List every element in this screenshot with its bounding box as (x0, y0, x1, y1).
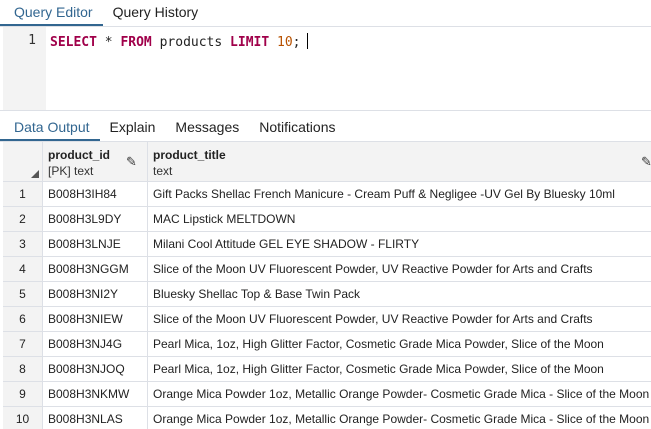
cell-product-title[interactable]: Slice of the Moon UV Fluorescent Powder,… (148, 257, 651, 281)
keyword-from: FROM (120, 35, 152, 50)
table-row[interactable]: 3 B008H3LNJE Milani Cool Attitude GEL EYE … (3, 232, 651, 257)
row-number[interactable]: 2 (3, 207, 43, 231)
row-number[interactable]: 4 (3, 257, 43, 281)
row-number[interactable]: 6 (3, 307, 43, 331)
row-number[interactable]: 7 (3, 332, 43, 356)
column-header-product-id[interactable]: product_id [PK] text ✎ (43, 142, 148, 182)
column-type: [PK] text (48, 164, 94, 178)
row-number[interactable]: 9 (3, 382, 43, 406)
select-all-corner[interactable] (3, 142, 43, 182)
limit-value-token: 10 (277, 35, 293, 50)
pencil-icon[interactable]: ✎ (641, 154, 651, 170)
row-number[interactable]: 3 (3, 232, 43, 256)
row-number[interactable]: 8 (3, 357, 43, 381)
cell-product-title[interactable]: Gift Packs Shellac French Manicure - Cre… (148, 182, 651, 206)
keyword-select: SELECT (50, 35, 97, 50)
tab-query-editor[interactable]: Query Editor (0, 4, 103, 26)
tab-query-history[interactable]: Query History (103, 4, 209, 26)
cell-product-title[interactable]: MAC Lipstick MELTDOWN (148, 207, 651, 231)
divider (0, 110, 651, 111)
semicolon-token: ; (292, 35, 301, 50)
column-name: product_title (153, 148, 226, 162)
pencil-icon[interactable]: ✎ (126, 154, 137, 170)
table-row[interactable]: 1 B008H3IH84 Gift Packs Shellac French Man… (3, 182, 651, 207)
table-row[interactable]: 9 B008H3NKMW Orange Mica Powder 1oz, Metal… (3, 382, 651, 407)
cell-product-title[interactable]: Slice of the Moon UV Fluorescent Powder,… (148, 307, 651, 331)
select-all-icon (31, 170, 39, 178)
table-row[interactable]: 6 B008H3NIEW Slice of the Moon UV Fluoresc… (3, 307, 651, 332)
cell-product-title[interactable]: Orange Mica Powder 1oz, Metallic Orange … (148, 382, 651, 406)
table-name-token: products (159, 35, 223, 50)
line-number: 1 (28, 33, 36, 48)
sql-editor[interactable]: 1 SELECT * FROM products LIMIT 10; (3, 27, 651, 110)
column-type: text (153, 164, 173, 178)
column-header-product-title[interactable]: product_title text ✎ (148, 142, 651, 182)
cell-product-title[interactable]: Bluesky Shellac Top & Base Twin Pack (148, 282, 651, 306)
star-token: * (104, 35, 113, 50)
cell-product-id[interactable]: B008H3LNJE (43, 232, 148, 256)
row-number[interactable]: 5 (3, 282, 43, 306)
table-row[interactable]: 8 B008H3NJOQ Pearl Mica, 1oz, High Glitter… (3, 357, 651, 382)
table-row[interactable]: 5 B008H3NI2Y Bluesky Shellac Top & Base Tw… (3, 282, 651, 307)
cell-product-id[interactable]: B008H3IH84 (43, 182, 148, 206)
table-row[interactable]: 4 B008H3NGGM Slice of the Moon UV Fluoresc… (3, 257, 651, 282)
tab-messages[interactable]: Messages (165, 119, 249, 141)
row-number[interactable]: 1 (3, 182, 43, 206)
line-gutter: 1 (3, 27, 46, 110)
cell-product-id[interactable]: B008H3L9DY (43, 207, 148, 231)
cell-product-title[interactable]: Pearl Mica, 1oz, High Glitter Factor, Co… (148, 357, 651, 381)
column-name: product_id (48, 148, 110, 162)
code-line[interactable]: SELECT * FROM products LIMIT 10; (50, 33, 308, 50)
table-row[interactable]: 2 B008H3L9DY MAC Lipstick MELTDOWN (3, 207, 651, 232)
cell-product-id[interactable]: B008H3NLAS (43, 407, 148, 429)
top-tab-bar: Query Editor Query History (0, 0, 208, 26)
keyword-limit: LIMIT (230, 35, 270, 50)
tab-notifications[interactable]: Notifications (249, 119, 345, 141)
cell-product-id[interactable]: B008H3NI2Y (43, 282, 148, 306)
tab-explain[interactable]: Explain (100, 119, 166, 141)
cell-product-id[interactable]: B008H3NJ4G (43, 332, 148, 356)
cell-product-id[interactable]: B008H3NJOQ (43, 357, 148, 381)
table-row[interactable]: 7 B008H3NJ4G Pearl Mica, 1oz, High Glitter… (3, 332, 651, 357)
tab-data-output[interactable]: Data Output (0, 119, 100, 141)
table-row[interactable]: 10 B008H3NLAS Orange Mica Powder 1oz, Meta… (3, 407, 651, 429)
cell-product-title[interactable]: Pearl Mica, 1oz, High Glitter Factor, Co… (148, 332, 651, 356)
cell-product-title[interactable]: Milani Cool Attitude GEL EYE SHADOW - FL… (148, 232, 651, 256)
cell-product-id[interactable]: B008H3NIEW (43, 307, 148, 331)
text-cursor (306, 33, 308, 49)
cell-product-id[interactable]: B008H3NKMW (43, 382, 148, 406)
output-tab-bar: Data Output Explain Messages Notificatio… (0, 113, 346, 141)
cell-product-title[interactable]: Orange Mica Powder 1oz, Metallic Orange … (148, 407, 651, 429)
row-number[interactable]: 10 (3, 407, 43, 429)
cell-product-id[interactable]: B008H3NGGM (43, 257, 148, 281)
